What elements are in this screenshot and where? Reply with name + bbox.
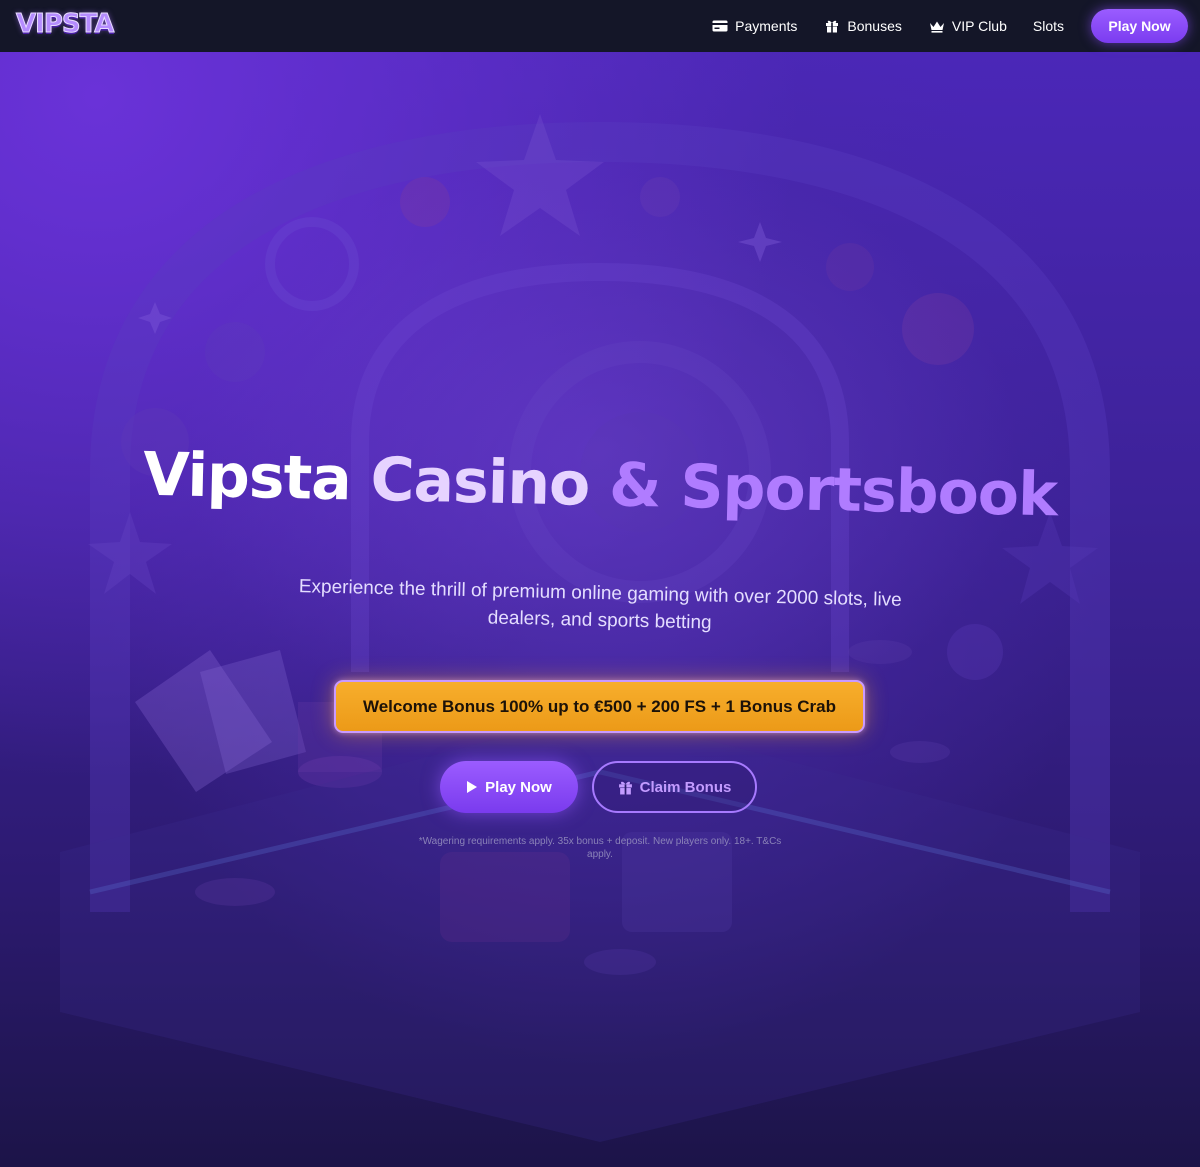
nav-item-label: Payments [735,18,798,34]
nav-item-bonuses[interactable]: Bonuses [823,18,902,34]
top-navigation: VIPSTA Payments Bonuses VIP Club Slots P… [0,0,1200,52]
nav-item-label: Bonuses [847,18,902,34]
hero-play-now-label: Play Now [485,778,552,796]
gift-icon [618,780,633,795]
vipsta-logo[interactable]: VIPSTA [15,9,114,40]
crown-icon [928,18,946,34]
nav-item-payments[interactable]: Payments [711,18,797,34]
hero-section: Vipsta Casino & Sportsbook Experience th… [0,52,1200,1167]
hero-title-brand: Vipsta [142,439,352,515]
hero-title-sportsbook: & Sportsbook [608,450,1058,531]
credit-card-icon [711,18,729,34]
hero-title-casino: Casino [369,444,591,520]
welcome-bonus-banner: Welcome Bonus 100% up to €500 + 200 FS +… [334,680,865,733]
claim-bonus-button[interactable]: Claim Bonus [592,761,757,813]
nav-item-label: VIP Club [951,18,1007,34]
hero-play-now-button[interactable]: Play Now [440,761,578,813]
bonus-disclaimer: *Wagering requirements apply. 35x bonus … [418,836,782,860]
nav-item-label: Slots [1032,18,1064,34]
nav-play-now-button[interactable]: Play Now [1091,9,1188,43]
nav-item-slots[interactable]: Slots [1033,18,1064,34]
claim-bonus-label: Claim Bonus [639,778,732,796]
page: VIPSTA Payments Bonuses VIP Club Slots P… [0,0,1200,1167]
play-icon [466,780,478,794]
gift-icon [823,18,841,34]
nav-links: Payments Bonuses VIP Club Slots Play Now [711,0,1188,52]
nav-item-vip-club[interactable]: VIP Club [928,18,1007,34]
